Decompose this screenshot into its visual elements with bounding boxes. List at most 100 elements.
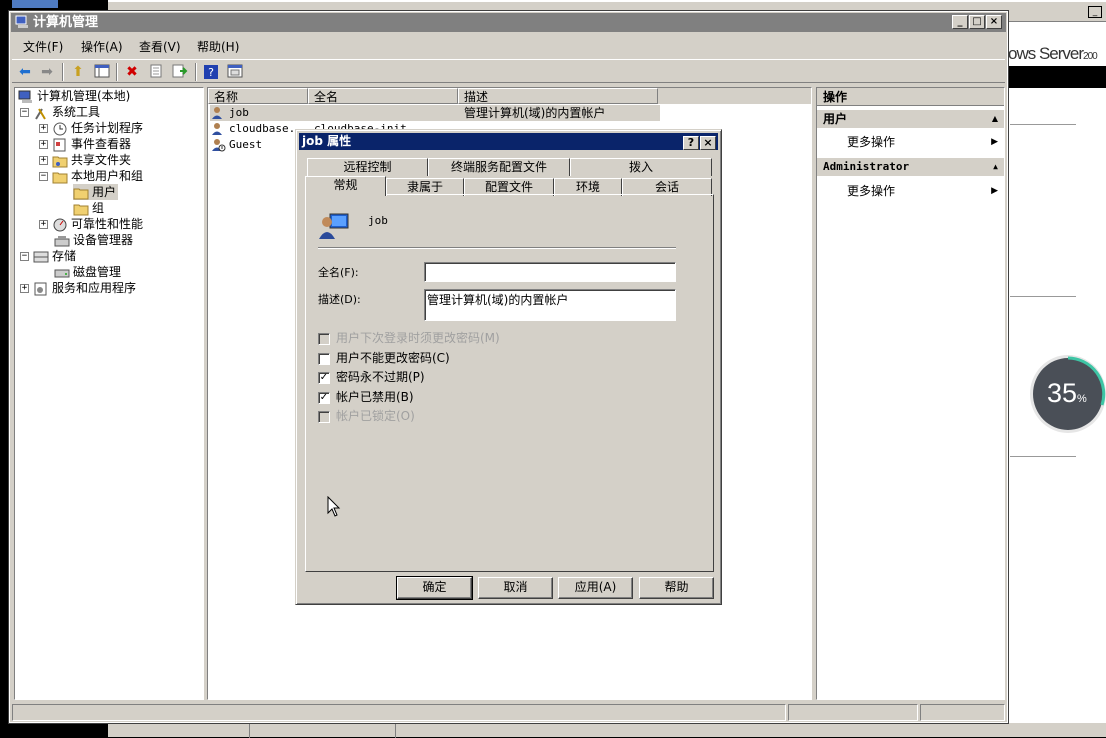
cannot-change-password-checkbox[interactable]: 用户不能更改密码(C) <box>318 350 450 366</box>
tree-label: 服务和应用程序 <box>52 281 137 295</box>
submenu-arrow-icon: ▶ <box>991 186 998 196</box>
window-title: 计算机管理 <box>33 15 99 30</box>
fullname-label: 全名(F): <box>318 266 359 279</box>
taskbar-segment[interactable] <box>250 723 396 738</box>
toolbar-separator <box>195 63 197 81</box>
tree-label: 组 <box>92 201 105 215</box>
back-arrow-icon[interactable]: ⬅ <box>16 64 34 80</box>
cancel-button[interactable]: 取消 <box>478 577 553 599</box>
expand-icon[interactable]: + <box>39 220 48 229</box>
tab-dial-in[interactable]: 拨入 <box>570 158 712 176</box>
tree-label: 系统工具 <box>52 105 101 119</box>
tree-label: 本地用户和组 <box>71 169 144 183</box>
tree-groups[interactable]: 组 <box>73 200 104 216</box>
export-icon[interactable] <box>171 64 189 80</box>
status-bar <box>12 704 1005 721</box>
username-label: job <box>368 214 388 227</box>
fullname-field[interactable] <box>424 262 676 282</box>
collapse-icon[interactable]: − <box>20 108 29 117</box>
menu-action[interactable]: 操作(A) <box>81 38 123 55</box>
check-mark-icon[interactable]: ✓ <box>318 371 330 384</box>
users-folder-icon <box>52 170 68 184</box>
description-label: 描述(D): <box>318 293 361 306</box>
menu-bar: 文件(F) 操作(A) 查看(V) 帮助(H) <box>12 35 1005 55</box>
show-hide-tree-icon[interactable] <box>93 64 111 80</box>
description-field[interactable]: 管理计算机(域)的内置帐户 <box>424 289 676 321</box>
toolbar-separator <box>116 63 118 81</box>
actions-section-administrator[interactable]: Administrator ▲ <box>817 158 1004 176</box>
help-button[interactable]: 帮助 <box>639 577 714 599</box>
collapse-icon[interactable]: − <box>20 252 29 261</box>
up-folder-icon[interactable]: ⬆ <box>69 64 87 80</box>
tools-icon <box>33 106 49 120</box>
tab-terminal-services-profile[interactable]: 终端服务配置文件 <box>428 158 570 176</box>
ok-button[interactable]: 确定 <box>396 576 473 600</box>
dialog-close-button[interactable]: × <box>700 136 716 150</box>
tree-local-users-groups[interactable]: − 本地用户和组 <box>39 168 143 184</box>
dialog-titlebar[interactable]: job 属性 ? × <box>299 133 718 150</box>
submenu-arrow-icon: ▶ <box>991 137 998 147</box>
check-mark-icon[interactable]: ✓ <box>318 391 330 404</box>
forward-arrow-icon[interactable]: ➡ <box>38 64 56 80</box>
folder-icon <box>73 186 89 200</box>
clock-icon <box>52 122 68 136</box>
apply-button[interactable]: 应用(A) <box>558 577 633 599</box>
collapse-up-icon[interactable]: ▲ <box>993 158 998 176</box>
column-description[interactable]: 描述 <box>458 88 658 104</box>
tab-general[interactable]: 常规 <box>305 176 386 196</box>
tree-root[interactable]: 计算机管理(本地) <box>18 88 130 104</box>
checkbox-box[interactable] <box>318 410 330 423</box>
close-button[interactable]: × <box>986 15 1002 29</box>
menu-view[interactable]: 查看(V) <box>139 38 181 55</box>
console-icon[interactable] <box>226 64 244 80</box>
collapse-icon[interactable]: − <box>39 172 48 181</box>
expand-icon[interactable]: + <box>20 284 29 293</box>
maximize-button[interactable]: □ <box>969 15 985 29</box>
checkbox-box[interactable] <box>318 332 330 345</box>
tree-system-tools[interactable]: − 系统工具 <box>20 104 100 120</box>
actions-pane: 操作 用户 ▲ 更多操作 ▶ Administrator ▲ 更多操作 ▶ <box>816 87 1005 700</box>
actions-section-users[interactable]: 用户 ▲ <box>817 110 1004 128</box>
expand-icon[interactable]: + <box>39 124 48 133</box>
account-locked-checkbox[interactable]: 帐户已锁定(O) <box>318 408 415 424</box>
expand-icon[interactable]: + <box>39 140 48 149</box>
column-name[interactable]: 名称 <box>208 88 308 104</box>
dialog-help-button[interactable]: ? <box>683 136 699 150</box>
account-disabled-checkbox[interactable]: ✓ 帐户已禁用(B) <box>318 389 414 405</box>
tab-remote-control[interactable]: 远程控制 <box>307 158 428 176</box>
tree-services-apps[interactable]: + 服务和应用程序 <box>20 280 136 296</box>
table-row[interactable]: job 管理计算机(域)的内置帐户 <box>210 105 660 121</box>
progress-unit: % <box>1077 393 1087 405</box>
more-actions-users[interactable]: 更多操作 ▶ <box>817 132 1004 152</box>
storage-icon <box>33 250 49 264</box>
menu-help[interactable]: 帮助(H) <box>197 38 239 55</box>
column-fullname[interactable]: 全名 <box>308 88 458 104</box>
tree-event-viewer[interactable]: + 事件查看器 <box>39 136 131 152</box>
background-minimize-button[interactable]: _ <box>1088 6 1102 18</box>
menu-file[interactable]: 文件(F) <box>23 38 63 55</box>
delete-icon[interactable]: ✖ <box>123 64 141 80</box>
tree-task-scheduler[interactable]: + 任务计划程序 <box>39 120 143 136</box>
more-actions-administrator[interactable]: 更多操作 ▶ <box>817 181 1004 201</box>
tree-storage[interactable]: − 存储 <box>20 248 76 264</box>
taskbar-segment[interactable] <box>108 723 250 738</box>
tree-users[interactable]: 用户 <box>73 184 119 200</box>
progress-number: 35 <box>1047 378 1078 408</box>
collapse-up-icon[interactable]: ▲ <box>992 110 998 128</box>
services-icon <box>33 282 49 296</box>
cell-name: Guest <box>229 138 263 151</box>
password-never-expires-checkbox[interactable]: ✓ 密码永不过期(P) <box>318 369 425 385</box>
checkbox-box[interactable] <box>318 352 330 365</box>
progress-widget[interactable]: 35% <box>1030 355 1106 433</box>
tree-reliability[interactable]: + 可靠性和性能 <box>39 216 143 232</box>
must-change-password-checkbox[interactable]: 用户下次登录时须更改密码(M) <box>318 330 500 346</box>
tree-label: 用户 <box>92 185 117 199</box>
tree-shared-folders[interactable]: + 共享文件夹 <box>39 152 131 168</box>
tree-device-manager[interactable]: 设备管理器 <box>54 232 133 248</box>
window-titlebar[interactable]: 计算机管理 _ □ × <box>11 13 1006 32</box>
tree-disk-management[interactable]: 磁盘管理 <box>54 264 121 280</box>
help-icon[interactable]: ? <box>202 64 220 80</box>
properties-icon[interactable] <box>147 64 165 80</box>
minimize-button[interactable]: _ <box>952 15 968 29</box>
expand-icon[interactable]: + <box>39 156 48 165</box>
